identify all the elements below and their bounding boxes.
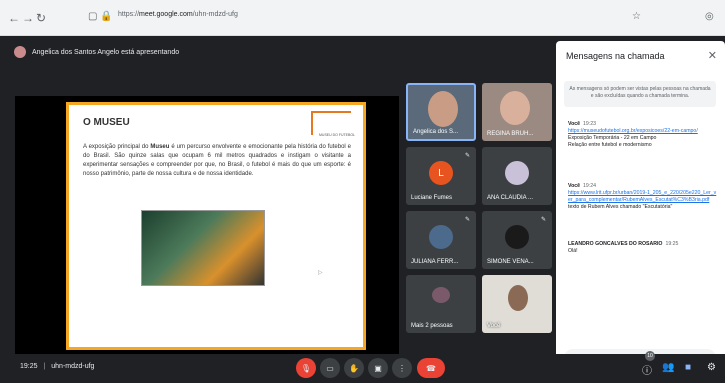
participant-tile[interactable]: ✎ L Luciane Fumes	[406, 147, 476, 205]
chat-message: Você 19:23 https://museudofutebol.org.br/…	[568, 121, 718, 149]
avatar	[505, 161, 529, 185]
chat-title: Mensagens na chamada	[566, 51, 665, 61]
participant-video	[500, 91, 530, 125]
message-sender: Você	[568, 121, 581, 127]
present-button[interactable]: ▣	[368, 358, 388, 378]
message-time: 19:24	[583, 183, 596, 189]
message-time: 19:25	[665, 241, 679, 247]
participant-name: ANA CLAUDIA ...	[487, 195, 534, 201]
clock-time: 19:25	[20, 363, 38, 370]
avatar	[505, 225, 529, 249]
message-sender: LEANDRO GONCALVES DO ROSARIO	[568, 241, 663, 247]
participant-name: JULIANA FERR...	[411, 259, 459, 265]
message-time: 19:23	[583, 121, 596, 127]
message-text: Exposição Temporária - 22 em Campo	[568, 135, 657, 141]
info-icon[interactable]: ⓘ	[642, 362, 652, 377]
participant-tile[interactable]: ANA CLAUDIA ...	[482, 147, 552, 205]
mic-off-icon: ✎	[540, 217, 546, 223]
browser-toolbar: ← → ↻ ▢ 🔒 https://meet.google.com/uhn-md…	[0, 0, 725, 36]
forward-icon[interactable]: →	[22, 11, 34, 25]
url-host: meet.google.com	[139, 11, 193, 18]
message-text: texto de Rubem Alves chamado "Escutatóri…	[568, 204, 673, 210]
chat-notice: As mensagens só podem ser vistas pelas p…	[564, 81, 716, 107]
address-bar[interactable]: https://meet.google.com/uhn-mdzd-ufg	[118, 11, 238, 18]
meeting-code: uhn-mdzd-ufg	[51, 363, 95, 370]
participant-name: REGINA BRUH...	[487, 131, 534, 137]
reload-icon[interactable]: ↻	[36, 11, 46, 25]
meet-window: Angelica dos Santos Angelo está apresent…	[0, 36, 725, 383]
message-link[interactable]: https://www.lrit.ufpr.br/urban/2019-1_20…	[568, 190, 718, 204]
hang-up-button[interactable]: ☎	[417, 358, 445, 378]
participant-tile[interactable]: REGINA BRUH...	[482, 83, 552, 141]
participant-name: SIMONE VENA...	[487, 259, 534, 265]
avatar	[432, 287, 450, 303]
participant-video	[508, 285, 528, 311]
mic-off-button[interactable]: 🎙	[296, 358, 316, 378]
presentation-slide: O MUSEU MUSEU DO FUTEBOL A exposição pri…	[66, 102, 366, 350]
url-path: /uhn-mdzd-ufg	[192, 11, 238, 18]
participant-name: Luciane Fumes	[411, 195, 453, 201]
participant-tile[interactable]: Angelica dos S...	[406, 83, 476, 141]
avatar	[14, 46, 26, 58]
chat-panel: Mensagens na chamada ✕ As mensagens só p…	[556, 41, 725, 375]
chat-message: LEANDRO GONCALVES DO ROSARIO 19:25 Olá!	[568, 241, 718, 255]
participant-video	[428, 91, 458, 127]
self-view-tile[interactable]: Você	[482, 275, 552, 333]
message-link[interactable]: https://museudofutebol.org.br/exposicoes…	[568, 128, 718, 135]
presenting-banner: Angelica dos Santos Angelo está apresent…	[14, 42, 549, 62]
chat-message: Você 19:24 https://www.lrit.ufpr.br/urban…	[568, 183, 718, 211]
slide-body-bold: Museu	[150, 144, 170, 150]
shield-icon[interactable]: ▢	[88, 11, 97, 22]
bottom-control-bar: 19:25 | uhn-mdzd-ufg 🎙 ▭ ✋ ▣ ⋮ ☎ ⓘ 👥 ■ ⚙	[0, 354, 725, 383]
mic-off-icon: ✎	[464, 217, 470, 223]
activities-icon[interactable]: ⚙	[707, 362, 716, 373]
raise-hand-button[interactable]: ✋	[344, 358, 364, 378]
pocket-icon[interactable]: ◎	[705, 11, 714, 22]
avatar	[429, 225, 453, 249]
cursor-icon: ▷	[318, 270, 323, 276]
avatar: L	[429, 161, 453, 185]
participant-name: Você	[487, 323, 501, 329]
message-text: Olá!	[568, 248, 578, 254]
museum-photo	[141, 210, 265, 286]
slide-title: O MUSEU	[83, 117, 130, 128]
slide-body-start: A exposição principal do	[83, 144, 151, 150]
slide-body: A exposição principal do Museu é um perc…	[83, 143, 351, 179]
close-icon[interactable]: ✕	[708, 49, 717, 62]
participant-name: Angelica dos S...	[413, 129, 459, 135]
museum-logo	[311, 111, 351, 135]
presenting-text: Angelica dos Santos Angelo está apresent…	[32, 48, 180, 56]
more-participants-tile[interactable]: Mais 2 pessoas	[406, 275, 476, 333]
meeting-info: 19:25 | uhn-mdzd-ufg	[20, 363, 94, 370]
participant-tile[interactable]: ✎ JULIANA FERR...	[406, 211, 476, 269]
message-sender: Você	[568, 183, 581, 189]
separator: |	[43, 363, 46, 370]
chat-icon[interactable]: ■	[685, 362, 691, 373]
logo-text: MUSEU DO FUTEBOL	[319, 133, 355, 137]
people-icon[interactable]: 👥	[662, 362, 674, 373]
lock-icon[interactable]: 🔒	[100, 11, 112, 22]
mic-off-icon: ✎	[464, 153, 470, 159]
more-options-button[interactable]: ⋮	[392, 358, 412, 378]
url-prefix: https://	[118, 11, 140, 18]
camera-button[interactable]: ▭	[320, 358, 340, 378]
bookmark-star-icon[interactable]: ☆	[632, 11, 641, 22]
message-text: Relação entre futebol e modernismo	[568, 142, 652, 148]
more-participants-label: Mais 2 pessoas	[411, 323, 453, 329]
participant-tile[interactable]: ✎ SIMONE VENA...	[482, 211, 552, 269]
screen-share[interactable]: O MUSEU MUSEU DO FUTEBOL A exposição pri…	[15, 96, 399, 356]
participant-count-badge: 10	[645, 351, 655, 361]
back-icon[interactable]: ←	[8, 11, 20, 25]
